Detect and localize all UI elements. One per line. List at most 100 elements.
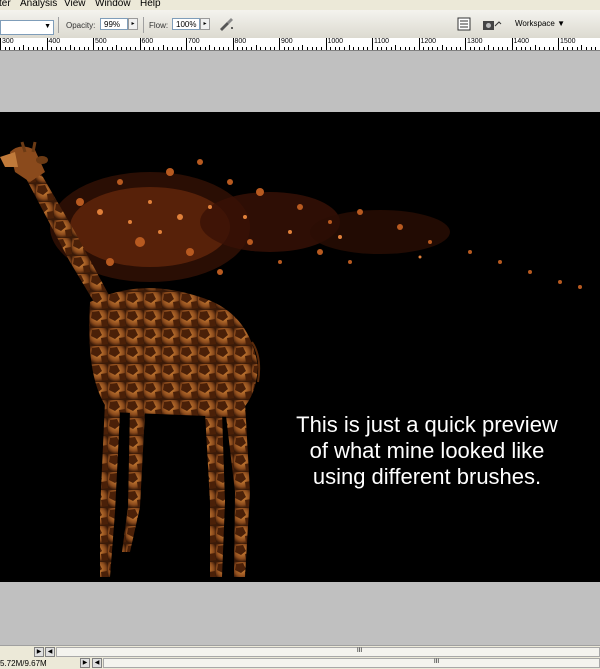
flow-label: Flow:: [149, 21, 168, 30]
ruler-minor-tick: [572, 47, 573, 50]
ruler-minor-tick: [246, 47, 247, 50]
ruler-minor-tick: [530, 47, 531, 50]
status-flyout-button[interactable]: ▶: [80, 658, 90, 668]
ruler-label: 1200: [421, 38, 437, 46]
opacity-input[interactable]: 99%: [100, 18, 128, 30]
ruler-minor-tick: [595, 47, 596, 50]
status-menu-button[interactable]: ▶: [34, 647, 44, 657]
menu-item-filter[interactable]: ter: [0, 0, 11, 9]
ruler-major-tick: [0, 38, 1, 50]
ruler-label: 1100: [374, 38, 389, 46]
scroll-left-button-2[interactable]: ◀: [92, 658, 102, 668]
bridge-icon[interactable]: [482, 17, 502, 31]
ruler-minor-tick: [521, 47, 522, 50]
ruler-minor-tick: [121, 47, 122, 50]
flow-input[interactable]: 100%: [172, 18, 200, 30]
ruler-minor-tick: [251, 47, 252, 50]
menu-item-window[interactable]: Window: [95, 0, 131, 9]
ruler-minor-tick: [181, 47, 182, 50]
scroll-grip: III: [357, 648, 362, 654]
ruler-minor-tick: [228, 47, 229, 50]
document-size[interactable]: 5.72M/9.67M: [0, 659, 47, 668]
ruler-minor-tick: [209, 45, 210, 50]
palette-well-icon[interactable]: [456, 17, 472, 31]
ruler-label: 1400: [514, 38, 530, 46]
ruler-minor-tick: [479, 47, 480, 50]
ruler-major-tick: [93, 38, 94, 50]
ruler-major-tick: [465, 38, 466, 50]
ruler-minor-tick: [321, 47, 322, 50]
ruler-minor-tick: [586, 47, 587, 50]
ruler-minor-tick: [33, 47, 34, 50]
ruler-minor-tick: [288, 47, 289, 50]
document-canvas[interactable]: This is just a quick preview of what min…: [0, 112, 600, 582]
menu-item-analysis[interactable]: Analysis: [20, 0, 57, 9]
caption-line: This is just a quick preview: [262, 412, 592, 438]
ruler-minor-tick: [200, 47, 201, 50]
brush-particles: [50, 159, 582, 289]
ruler-minor-tick: [386, 47, 387, 50]
ruler-minor-tick: [51, 47, 52, 50]
flow-slider-button[interactable]: ▸: [200, 18, 210, 30]
horizontal-scrollbar[interactable]: III: [56, 647, 600, 657]
ruler-major-tick: [419, 38, 420, 50]
ruler-minor-tick: [284, 47, 285, 50]
ruler-minor-tick: [242, 47, 243, 50]
ruler-minor-tick: [405, 47, 406, 50]
ruler-label: 600: [142, 38, 154, 46]
ruler-minor-tick: [37, 47, 38, 50]
ruler-minor-tick: [409, 47, 410, 50]
workspace-menu[interactable]: Workspace ▼: [515, 19, 565, 28]
menu-bar: ter Analysis View Window Help: [0, 0, 600, 10]
ruler-minor-tick: [116, 45, 117, 50]
ruler-minor-tick: [28, 47, 29, 50]
ruler-minor-tick: [549, 47, 550, 50]
ruler-minor-tick: [274, 47, 275, 50]
horizontal-scrollbar-2[interactable]: III: [103, 658, 600, 668]
ruler-minor-tick: [88, 47, 89, 50]
ruler-minor-tick: [460, 47, 461, 50]
ruler-minor-tick: [363, 47, 364, 50]
toolbar-divider: [143, 17, 144, 33]
ruler-minor-tick: [539, 47, 540, 50]
ruler-minor-tick: [535, 45, 536, 50]
scroll-left-button[interactable]: ◀: [45, 647, 55, 657]
ruler-label: 800: [235, 38, 247, 46]
toolbar-divider: [58, 17, 59, 33]
ruler-major-tick: [140, 38, 141, 50]
ruler-minor-tick: [353, 47, 354, 50]
ruler-minor-tick: [474, 47, 475, 50]
ruler-minor-tick: [525, 47, 526, 50]
ruler-minor-tick: [256, 45, 257, 50]
ruler-minor-tick: [577, 47, 578, 50]
ruler-minor-tick: [84, 47, 85, 50]
ruler-minor-tick: [5, 47, 6, 50]
ruler-minor-tick: [358, 47, 359, 50]
ruler-minor-tick: [451, 47, 452, 50]
menu-item-help[interactable]: Help: [140, 0, 161, 9]
ruler-minor-tick: [428, 47, 429, 50]
ruler-label: 700: [188, 38, 200, 46]
ruler-minor-tick: [446, 47, 447, 50]
ruler-minor-tick: [9, 47, 10, 50]
ruler-label: 1300: [467, 38, 483, 46]
caption-line: using different brushes.: [262, 464, 592, 490]
ruler-minor-tick: [567, 47, 568, 50]
ruler-minor-tick: [219, 47, 220, 50]
ruler-minor-tick: [163, 45, 164, 50]
ruler-minor-tick: [391, 47, 392, 50]
ruler-major-tick: [558, 38, 559, 50]
ruler-minor-tick: [112, 47, 113, 50]
mode-dropdown[interactable]: ▼: [0, 20, 54, 35]
ruler-minor-tick: [553, 47, 554, 50]
ruler-minor-tick: [270, 47, 271, 50]
horizontal-ruler: 3004005006007008009001000110012001300140…: [0, 38, 600, 51]
airbrush-icon[interactable]: [218, 17, 234, 31]
ruler-minor-tick: [563, 47, 564, 50]
menu-item-view[interactable]: View: [64, 0, 86, 9]
ruler-minor-tick: [470, 47, 471, 50]
opacity-slider-button[interactable]: ▸: [128, 18, 138, 30]
preview-caption: This is just a quick preview of what min…: [262, 412, 592, 490]
ruler-minor-tick: [265, 47, 266, 50]
ruler-minor-tick: [298, 47, 299, 50]
